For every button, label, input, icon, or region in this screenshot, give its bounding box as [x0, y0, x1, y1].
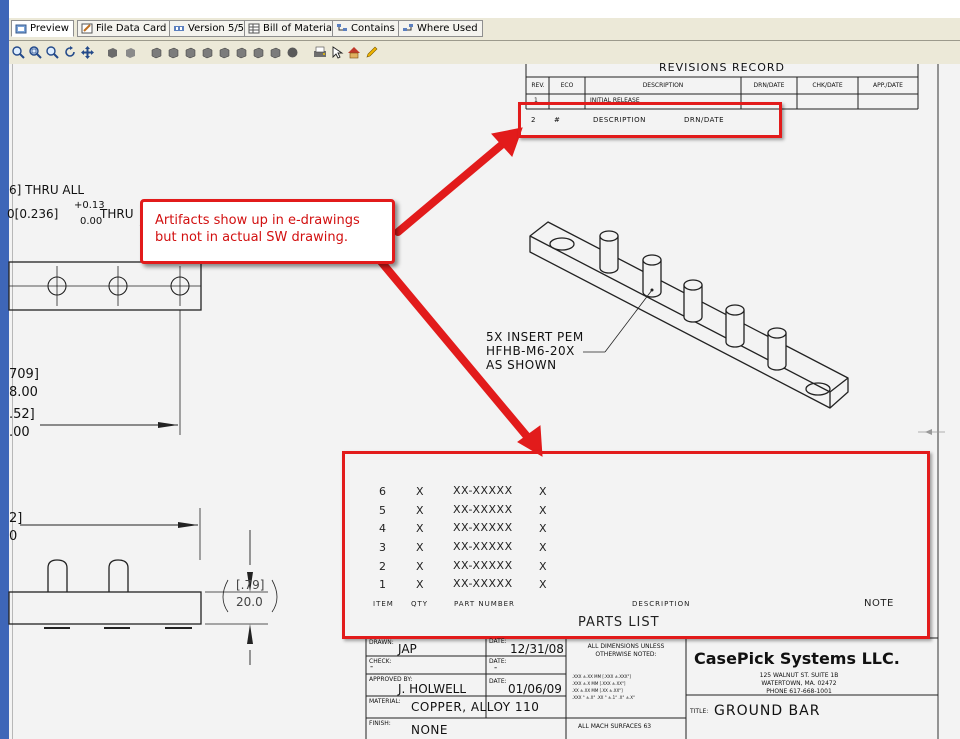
pl-row-6-qty: X: [416, 485, 424, 498]
tb-date2-label: DATE:: [489, 658, 507, 665]
company-address-2: WATERTOWN, MA. 02472: [761, 680, 837, 687]
pl-row-4-part: XX-XXXXX: [453, 521, 513, 534]
dim-52: .52]: [9, 407, 35, 422]
pl-row-5-part: XX-XXXXX: [453, 503, 513, 516]
pl-row-1-part: XX-XXXXX: [453, 577, 513, 590]
tb-tol-2: .XXX ±.X MM [.XXX ±.XX"]: [572, 681, 626, 686]
callout-line-2: but not in actual SW drawing.: [155, 230, 348, 245]
pl-header-note: NOTE: [864, 598, 894, 609]
company-name: CasePick Systems LLC.: [694, 649, 900, 668]
tb-tol-1: .XXX ±.XX MM [.XXX ±.XXX"]: [572, 674, 631, 679]
dim-800: 8.00: [9, 385, 38, 400]
dim-tol-zero: 0.00: [80, 216, 103, 227]
tb-dims-note-1: ALL DIMENSIONS UNLESS: [587, 643, 665, 650]
company-phone: PHONE 617-668-1001: [766, 688, 832, 695]
tb-dims-note-2: OTHERWISE NOTED:: [595, 651, 657, 658]
rev-header-app-date: APP./DATE: [873, 82, 903, 89]
pl-row-5-item: 5: [379, 504, 386, 517]
note-line-2: HFHB-M6-20X: [486, 344, 575, 358]
artifact-highlight-parts-list: [342, 451, 930, 639]
dim-2: 2]: [9, 511, 23, 526]
pl-row-1-desc: X: [539, 578, 547, 591]
tb-finish-value: NONE: [411, 723, 448, 737]
dim-709: 709]: [9, 367, 39, 382]
tb-tol-3: .XX ±.XX MM [.XX ±.XX"]: [572, 688, 623, 693]
tb-drawn-value: JAP: [398, 642, 417, 656]
pl-row-5-desc: X: [539, 504, 547, 517]
pl-header-description: DESCRIPTION: [632, 600, 691, 608]
callout-text: Artifacts show up in e-drawings but not i…: [155, 212, 360, 246]
dim-diameter: 0[0.236]: [7, 207, 59, 221]
pl-header-part-number: PART NUMBER: [454, 600, 515, 608]
tb-date2-value: -: [494, 663, 498, 673]
pl-header-qty: QTY: [411, 600, 429, 608]
pl-row-3-item: 3: [379, 541, 386, 554]
dim-200: 20.0: [236, 595, 263, 609]
rev-header-chk-date: CHK/DATE: [812, 82, 843, 89]
artifact-highlight-revisions: [518, 102, 782, 138]
tb-date1-value: 12/31/08: [510, 642, 564, 656]
tb-material-value: COPPER, ALLOY 110: [411, 700, 540, 714]
drawing-title: GROUND BAR: [714, 703, 821, 719]
annotation-callout: Artifacts show up in e-drawings but not i…: [140, 199, 395, 264]
dim-thru: THRU: [100, 207, 134, 221]
tb-check-value: -: [370, 662, 374, 672]
rev-header-drn-date: DRN/DATE: [753, 82, 785, 89]
pl-row-2-part: XX-XXXXX: [453, 559, 513, 572]
pl-row-1-qty: X: [416, 578, 424, 591]
pl-row-4-item: 4: [379, 522, 386, 535]
company-address-1: 125 WALNUT ST. SUITE 1B: [759, 672, 839, 679]
tb-tol-4: .XXX ° ±.X° .XX ° ±.1° .X° ±.X°: [572, 695, 636, 700]
pl-row-3-part: XX-XXXXX: [453, 540, 513, 553]
pl-row-5-qty: X: [416, 504, 424, 517]
pl-row-2-item: 2: [379, 560, 386, 573]
tb-material-label: MATERIAL:: [369, 698, 401, 705]
pl-row-3-qty: X: [416, 541, 424, 554]
tb-finish-label: FINISH:: [369, 720, 391, 727]
callout-line-1: Artifacts show up in e-drawings: [155, 213, 360, 228]
pl-row-6-item: 6: [379, 485, 386, 498]
dim-079: [.79]: [236, 578, 265, 592]
pl-row-2-qty: X: [416, 560, 424, 573]
tb-date1-label: DATE:: [489, 638, 507, 645]
tb-drawn-label: DRAWN:: [369, 639, 394, 646]
dim-00: .00: [9, 425, 30, 440]
tb-title-label: TITLE:: [690, 708, 709, 715]
rev-header-description: DESCRIPTION: [642, 82, 684, 89]
pl-header-item: ITEM: [373, 600, 394, 608]
pl-row-2-desc: X: [539, 560, 547, 573]
revisions-title: REVISIONS RECORD: [659, 61, 785, 74]
pl-row-6-desc: X: [539, 485, 547, 498]
pl-row-1-item: 1: [379, 578, 386, 591]
pl-row-4-desc: X: [539, 522, 547, 535]
pl-row-4-qty: X: [416, 522, 424, 535]
pl-row-3-desc: X: [539, 541, 547, 554]
dim-0: 0: [9, 529, 18, 544]
pl-row-6-part: XX-XXXXX: [453, 484, 513, 497]
tb-date3-label: DATE:: [489, 678, 507, 685]
dim-thru-all: 6] THRU ALL: [9, 183, 84, 197]
parts-list-title: PARTS LIST: [578, 615, 660, 630]
note-line-3: AS SHOWN: [486, 358, 557, 372]
tb-approved-value: J. HOLWELL: [398, 682, 467, 696]
tb-surface-note: ALL MACH SURFACES 63: [578, 723, 652, 730]
note-line-1: 5X INSERT PEM: [486, 330, 584, 344]
rev-header-rev: REV.: [531, 82, 545, 89]
rev-header-eco: ECO: [560, 82, 574, 89]
tb-date3-value: 01/06/09: [508, 682, 562, 696]
